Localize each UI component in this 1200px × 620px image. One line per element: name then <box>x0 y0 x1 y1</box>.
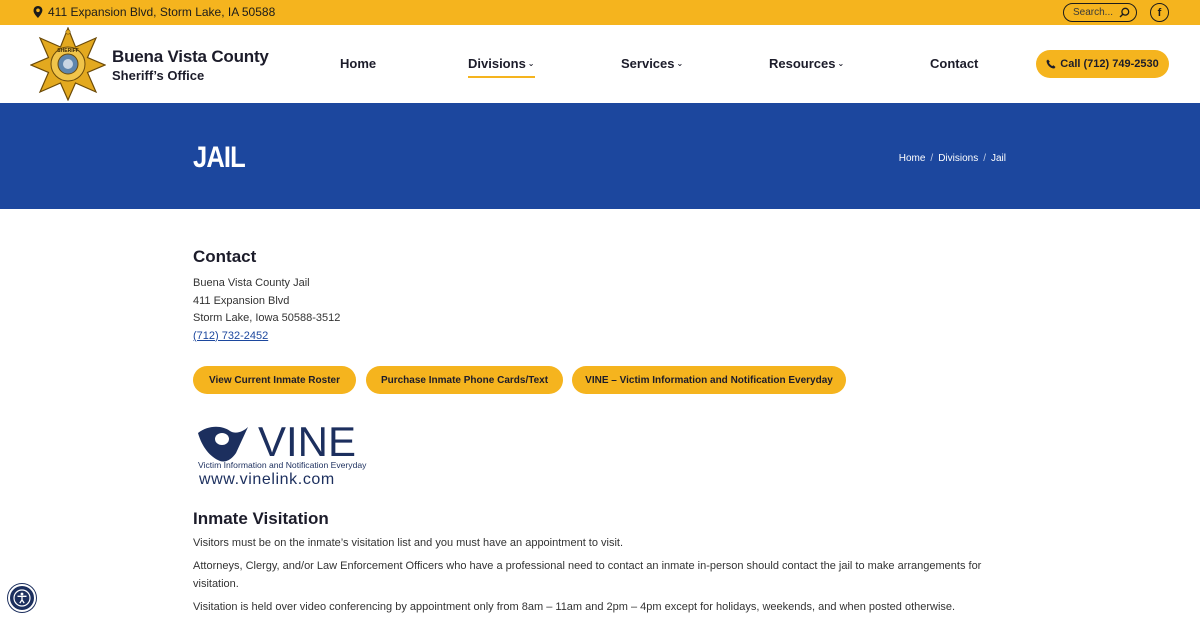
vine-button[interactable]: VINE – Victim Information and Notificati… <box>572 366 846 394</box>
inmate-roster-button[interactable]: View Current Inmate Roster <box>193 366 356 394</box>
breadcrumb-home[interactable]: Home <box>899 153 926 164</box>
breadcrumb-separator: / <box>983 153 986 164</box>
accessibility-icon[interactable] <box>8 584 36 612</box>
visitation-paragraph: Attorneys, Clergy, and/or Law Enforcemen… <box>193 560 982 590</box>
address: 411 Expansion Blvd, Storm Lake, IA 50588 <box>33 5 275 19</box>
contact-line: 411 Expansion Blvd <box>193 294 290 307</box>
visitation-paragraph: Visitation is held over video conferenci… <box>193 601 956 613</box>
visitation-heading: Inmate Visitation <box>193 509 329 528</box>
chevron-down-icon: ⌄ <box>837 59 845 68</box>
nav-item-resources[interactable]: Resources ⌄ <box>769 56 844 71</box>
address-text: 411 Expansion Blvd, Storm Lake, IA 50588 <box>48 5 276 19</box>
contact-heading: Contact <box>193 247 257 266</box>
facebook-icon[interactable]: f <box>1150 3 1169 22</box>
top-bar: 411 Expansion Blvd, Storm Lake, IA 50588… <box>0 0 1200 25</box>
brand-line-2: Sheriff’s Office <box>112 68 205 83</box>
vine-logo[interactable]: VINE Victim Information and Notification… <box>196 419 381 487</box>
breadcrumb: Home / Divisions / Jail <box>899 153 1006 164</box>
call-button[interactable]: Call (712) 749-2530 <box>1036 50 1169 78</box>
brand-line-1: Buena Vista County <box>112 47 269 66</box>
map-pin-icon <box>33 6 43 18</box>
site-brand[interactable]: Buena Vista County Sheriff’s Office <box>112 47 269 83</box>
site-header: SHERIFF Buena Vista County Sheriff’s Off… <box>0 25 1200 103</box>
vine-url: www.vinelink.com <box>198 471 335 487</box>
search-placeholder: Search... <box>1073 7 1114 18</box>
breadcrumb-current: Jail <box>990 153 1006 164</box>
contact-address: Buena Vista County Jail 411 Expansion Bl… <box>193 275 340 345</box>
vine-wordmark: VINE <box>258 419 356 465</box>
breadcrumb-separator: / <box>930 153 934 164</box>
sheriff-badge-logo[interactable]: SHERIFF <box>30 27 106 101</box>
search-icon[interactable] <box>1119 7 1130 18</box>
page-title-bar: JAIL Home / Divisions / Jail <box>0 103 1200 209</box>
nav-item-services[interactable]: Services ⌄ <box>621 56 683 71</box>
vine-tagline: Victim Information and Notification Ever… <box>198 460 367 470</box>
chevron-down-icon: ⌄ <box>527 59 535 68</box>
nav-item-contact[interactable]: Contact <box>930 56 978 71</box>
visitation-paragraph: Visitors must be on the inmate’s visitat… <box>193 537 624 549</box>
search-input[interactable]: Search... <box>1063 3 1137 22</box>
phone-cards-button[interactable]: Purchase Inmate Phone Cards/Text <box>366 366 563 394</box>
active-indicator <box>468 76 535 78</box>
page-title: JAIL <box>193 141 246 174</box>
breadcrumb-divisions[interactable]: Divisions <box>938 153 978 164</box>
contact-line: Buena Vista County Jail <box>193 277 310 289</box>
contact-phone-link[interactable]: (712) 732-2452 <box>193 330 268 342</box>
svg-text:SHERIFF: SHERIFF <box>57 48 78 54</box>
contact-line: Storm Lake, Iowa 50588-3512 <box>193 312 341 324</box>
nav-item-divisions[interactable]: Divisions ⌄ <box>468 56 535 78</box>
nav-item-home[interactable]: Home <box>340 56 376 71</box>
phone-icon <box>1046 59 1056 69</box>
chevron-down-icon: ⌄ <box>676 59 684 68</box>
